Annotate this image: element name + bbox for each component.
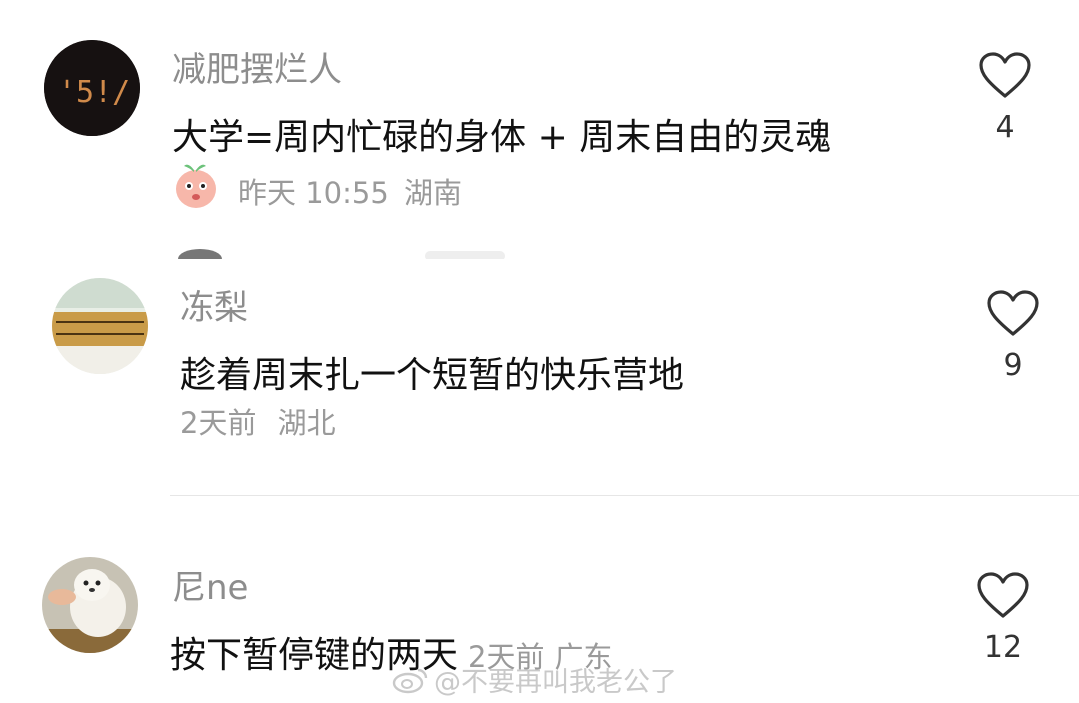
collapsed-row-peek [175,244,505,269]
divider [170,495,1079,496]
heart-icon [987,290,1039,336]
username[interactable]: 尼ne [172,560,248,609]
like-button[interactable]: 12 [968,572,1038,665]
location: 湖南 [404,176,463,210]
avatar-text: '5!/ [58,75,130,110]
comment-meta: 2天前 湖北 [180,400,336,442]
like-count: 9 [1003,348,1023,383]
watermark: @不要再叫我老公了 [392,660,677,699]
heart-icon [979,52,1031,98]
comment-meta: 昨天 10:55 湖南 [238,170,462,212]
avatar[interactable] [42,557,138,653]
location: 湖北 [277,406,336,440]
like-button[interactable]: 4 [970,52,1040,145]
avatar-image: '5!/ [44,40,140,136]
like-count: 4 [995,110,1015,145]
comment-text: 趁着周末扎一个短暂的快乐营地 [180,355,685,396]
heart-icon [977,572,1029,618]
username[interactable]: 减肥摆烂人 [172,42,342,91]
username[interactable]: 冻梨 [180,280,248,329]
avatar[interactable] [52,278,148,374]
weibo-logo-icon [392,668,428,693]
timestamp: 2天前 [180,406,257,440]
avatar[interactable]: '5!/ [44,40,140,136]
avatar-image [52,278,148,374]
reaction-sticker [172,160,220,214]
timestamp: 昨天 10:55 [238,176,389,210]
avatar-image [42,557,138,653]
like-button[interactable]: 9 [978,290,1048,383]
comment-text: 大学=周内忙碌的身体 + 周末自由的灵魂 [172,117,832,158]
watermark-text: @不要再叫我老公了 [434,667,677,698]
like-count: 12 [983,630,1023,665]
